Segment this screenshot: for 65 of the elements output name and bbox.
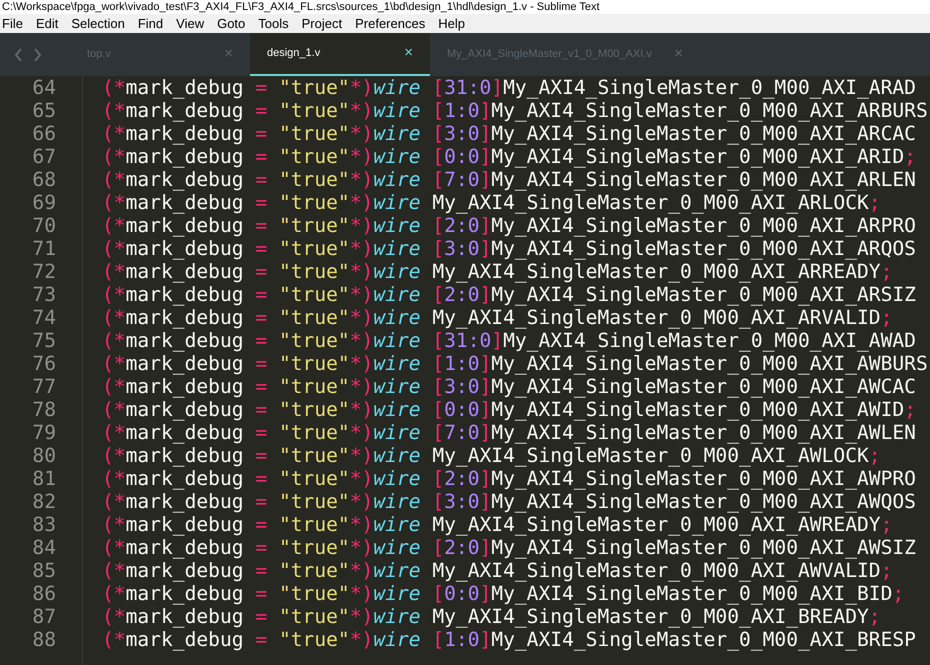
code-line: (*mark_debug = "true"*)wire [3:0]My_AXI4_SingleMaster_0_M00_AXI_AWCAC	[102, 375, 916, 398]
line-number: 65	[31, 99, 56, 122]
menu-item[interactable]: Help	[436, 14, 467, 34]
line-number: 72	[31, 260, 56, 283]
menu-item[interactable]: Goto	[215, 14, 248, 34]
code-line: (*mark_debug = "true"*)wire My_AXI4_SingleMaster_0_M00_AXI_ARVALID;	[102, 306, 892, 329]
line-number: 82	[31, 490, 56, 513]
line-number: 80	[31, 444, 56, 467]
code-line: (*mark_debug = "true"*)wire [3:0]My_AXI4_SingleMaster_0_M00_AXI_AWQOS	[102, 490, 916, 513]
code-line: (*mark_debug = "true"*)wire [0:0]My_AXI4_SingleMaster_0_M00_AXI_ARID;	[102, 145, 916, 168]
back-icon[interactable]	[14, 48, 23, 62]
line-number: 70	[31, 214, 56, 237]
code-line: (*mark_debug = "true"*)wire [1:0]My_AXI4_SingleMaster_0_M00_AXI_ARBURS	[102, 99, 928, 122]
code-line: (*mark_debug = "true"*)wire [3:0]My_AXI4_SingleMaster_0_M00_AXI_ARCAC	[102, 122, 916, 145]
line-number: 64	[31, 76, 56, 99]
code-line: (*mark_debug = "true"*)wire My_AXI4_SingleMaster_0_M00_AXI_AWVALID;	[102, 559, 892, 582]
line-number: 86	[31, 582, 56, 605]
code-line: (*mark_debug = "true"*)wire [7:0]My_AXI4_SingleMaster_0_M00_AXI_ARLEN	[102, 168, 916, 191]
code-line: (*mark_debug = "true"*)wire My_AXI4_SingleMaster_0_M00_AXI_AWLOCK;	[102, 444, 881, 467]
forward-icon[interactable]	[33, 48, 42, 62]
code-line: (*mark_debug = "true"*)wire My_AXI4_SingleMaster_0_M00_AXI_ARREADY;	[102, 260, 892, 283]
line-number: 68	[31, 168, 56, 191]
code-line: (*mark_debug = "true"*)wire My_AXI4_SingleMaster_0_M00_AXI_ARLOCK;	[102, 191, 881, 214]
code-line: (*mark_debug = "true"*)wire [31:0]My_AXI4_SingleMaster_0_M00_AXI_AWAD	[102, 329, 916, 352]
line-number: 73	[31, 283, 56, 306]
menu-item[interactable]: Project	[300, 14, 344, 34]
line-number: 74	[31, 306, 56, 329]
line-number: 83	[31, 513, 56, 536]
code-line: (*mark_debug = "true"*)wire [2:0]My_AXI4_SingleMaster_0_M00_AXI_ARSIZ	[102, 283, 916, 306]
close-icon[interactable]: ×	[404, 42, 413, 65]
code-line: (*mark_debug = "true"*)wire [31:0]My_AXI4_SingleMaster_0_M00_AXI_ARAD	[102, 76, 916, 99]
code-line: (*mark_debug = "true"*)wire [2:0]My_AXI4_SingleMaster_0_M00_AXI_ARPRO	[102, 214, 916, 237]
line-number: 76	[31, 352, 56, 375]
code-line: (*mark_debug = "true"*)wire [7:0]My_AXI4_SingleMaster_0_M00_AXI_AWLEN	[102, 421, 916, 444]
tab[interactable]: design_1.v ×	[250, 33, 430, 76]
line-number: 71	[31, 237, 56, 260]
line-number: 85	[31, 559, 56, 582]
menu-item[interactable]: Edit	[34, 14, 60, 34]
menu-item[interactable]: Find	[136, 14, 166, 34]
code-line: (*mark_debug = "true"*)wire My_AXI4_SingleMaster_0_M00_AXI_BREADY;	[102, 605, 881, 628]
code-line: (*mark_debug = "true"*)wire [1:0]My_AXI4_SingleMaster_0_M00_AXI_BRESP	[102, 628, 916, 651]
line-number: 78	[31, 398, 56, 421]
line-number: 75	[31, 329, 56, 352]
menu-item[interactable]: File	[0, 14, 25, 34]
line-number: 66	[31, 122, 56, 145]
menu-item[interactable]: Tools	[256, 14, 291, 34]
code-line: (*mark_debug = "true"*)wire [0:0]My_AXI4_SingleMaster_0_M00_AXI_AWID;	[102, 398, 916, 421]
line-number: 87	[31, 605, 56, 628]
menu-item[interactable]: Preferences	[353, 14, 428, 34]
code-line: (*mark_debug = "true"*)wire [0:0]My_AXI4_SingleMaster_0_M00_AXI_BID;	[102, 582, 904, 605]
line-number: 79	[31, 421, 56, 444]
line-number: 84	[31, 536, 56, 559]
code-line: (*mark_debug = "true"*)wire [2:0]My_AXI4_SingleMaster_0_M00_AXI_AWSIZ	[102, 536, 916, 559]
menu-item[interactable]: View	[174, 14, 206, 34]
code-line: (*mark_debug = "true"*)wire My_AXI4_SingleMaster_0_M00_AXI_AWREADY;	[102, 513, 892, 536]
line-number: 67	[31, 145, 56, 168]
line-number: 88	[31, 628, 56, 651]
menu-item[interactable]: Selection	[69, 14, 127, 34]
line-number: 81	[31, 467, 56, 490]
line-number: 77	[31, 375, 56, 398]
code-line: (*mark_debug = "true"*)wire [2:0]My_AXI4_SingleMaster_0_M00_AXI_AWPRO	[102, 467, 916, 490]
code-line: (*mark_debug = "true"*)wire [3:0]My_AXI4_SingleMaster_0_M00_AXI_ARQOS	[102, 237, 916, 260]
window-title: C:\Workspace\fpga_work\vivado_test\F3_AXI4_FL\F3_AXI4_FL.srcs\sources_1\bd\design_1\hdl\design_1.v - Sublime Text	[2, 0, 600, 14]
line-number: 69	[31, 191, 56, 214]
code-line: (*mark_debug = "true"*)wire [1:0]My_AXI4_SingleMaster_0_M00_AXI_AWBURS	[102, 352, 928, 375]
